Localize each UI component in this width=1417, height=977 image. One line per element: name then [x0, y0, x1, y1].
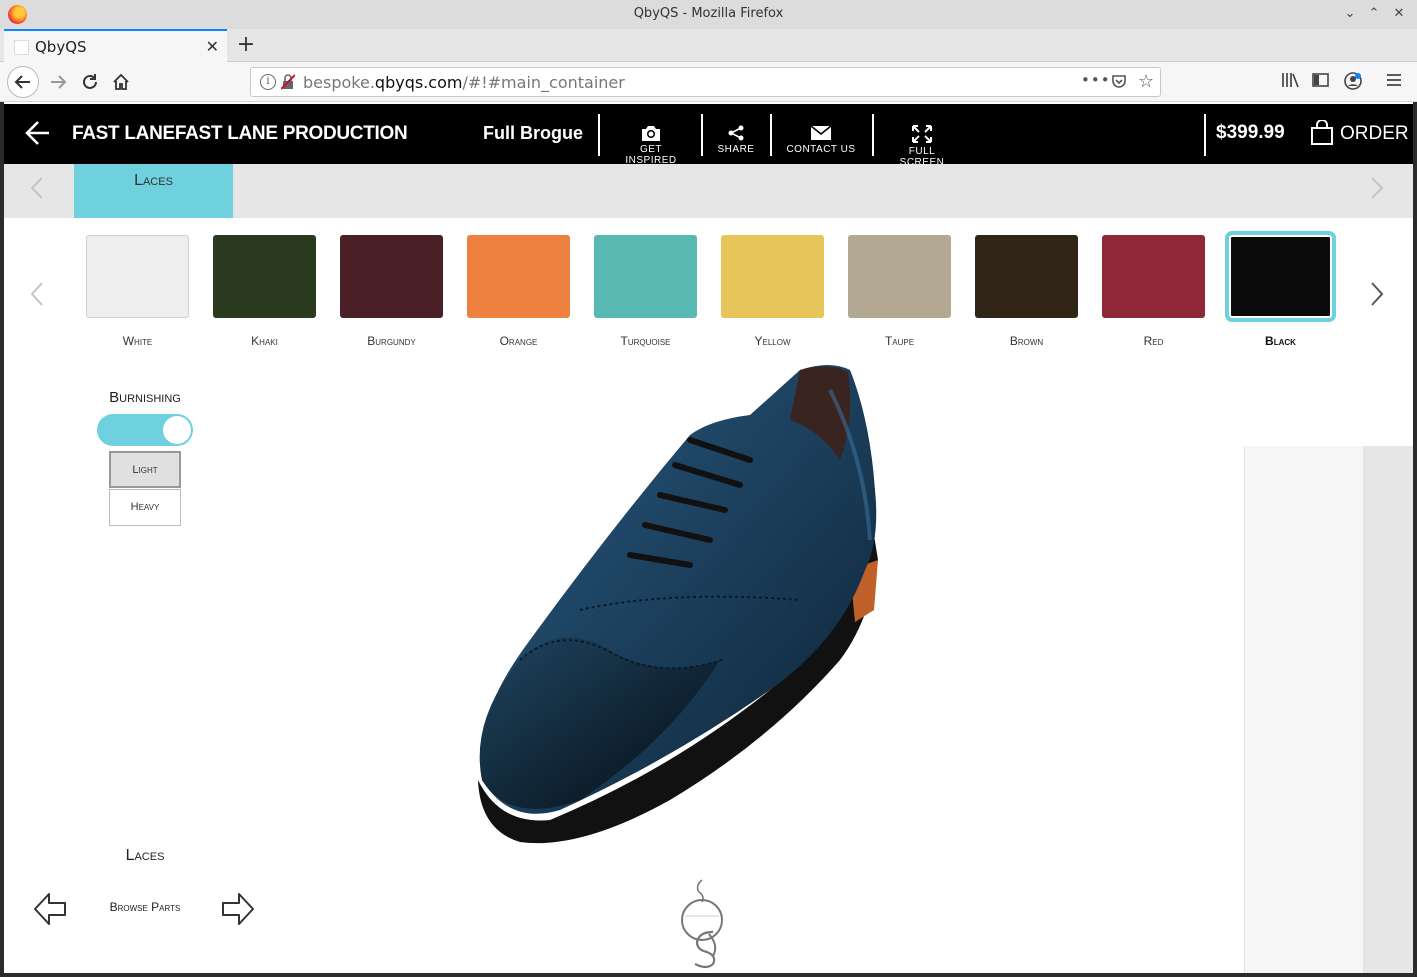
bookmark-star-icon[interactable]: ☆	[1138, 71, 1154, 92]
swatch-label: Black	[1265, 334, 1296, 348]
home-icon	[113, 73, 129, 90]
toggle-knob	[163, 416, 191, 444]
swatch-yellow[interactable]	[721, 235, 824, 318]
new-tab-icon[interactable]: +	[234, 32, 258, 57]
category-next-icon[interactable]	[1370, 176, 1384, 207]
insecure-lock-icon[interactable]	[280, 74, 296, 90]
swatch-label: Taupe	[884, 334, 915, 348]
window-border	[0, 973, 1417, 977]
url-text[interactable]: bespoke.qbyqs.com/#!#main_container	[303, 73, 625, 92]
shoe-style-name: Full Brogue	[483, 123, 583, 143]
app-back-button[interactable]	[24, 118, 52, 148]
swatch-label: Turquoise	[620, 334, 671, 348]
home-button[interactable]	[105, 66, 137, 98]
window-titlebar: QbyQS - Mozilla Firefox ⌄ ⌃ ✕	[0, 0, 1417, 29]
window-title: QbyQS - Mozilla Firefox	[633, 6, 784, 21]
library-icon[interactable]	[1281, 72, 1299, 92]
brand-name: FAST LANEFAST LANE PRODUCTION	[72, 123, 408, 144]
address-bar[interactable]: i bespoke.qbyqs.com/#!#main_container ••…	[250, 67, 1161, 97]
swatch-label: Orange	[499, 334, 538, 348]
camera-icon	[642, 126, 660, 141]
divider	[1204, 114, 1206, 156]
swatch-white[interactable]	[86, 235, 189, 318]
arrow-left-icon	[34, 893, 66, 925]
swatch-label: White	[122, 334, 153, 348]
swatch-label: Burgundy	[367, 334, 416, 348]
window-border	[0, 102, 4, 977]
swatch-black[interactable]	[1225, 231, 1336, 322]
side-panel-scroll[interactable]	[1363, 446, 1413, 973]
arrow-right-icon	[222, 893, 254, 925]
divider	[701, 114, 703, 156]
back-button[interactable]	[7, 66, 39, 98]
swatch-orange[interactable]	[467, 235, 570, 318]
swatch-prev-icon[interactable]	[30, 281, 44, 314]
get-inspired-button[interactable]: GET INSPIRED	[616, 124, 686, 166]
shopping-bag-icon	[1311, 119, 1333, 145]
back-arrow-icon	[25, 121, 49, 145]
swatch-label: Khaki	[251, 334, 278, 348]
side-panel	[1244, 446, 1363, 973]
forward-arrow-icon	[51, 75, 67, 89]
page-actions-icon[interactable]: •••	[1081, 71, 1111, 89]
close-window-icon[interactable]: ✕	[1390, 5, 1408, 23]
app-header: FAST LANEFAST LANE PRODUCTION Full Brogu…	[4, 104, 1413, 168]
swatch-label: Red	[1143, 334, 1164, 348]
burnishing-title: Burnishing	[109, 389, 181, 406]
swatch-burgundy[interactable]	[340, 235, 443, 318]
swatch-label: Yellow	[754, 334, 791, 348]
category-strip: Laces	[4, 164, 1413, 218]
qs-monogram-logo	[681, 879, 723, 969]
prev-part-button[interactable]	[32, 890, 68, 928]
maximize-icon[interactable]: ⌃	[1365, 5, 1383, 23]
browse-parts-label: Browse Parts	[109, 900, 181, 914]
burnishing-heavy-button[interactable]: Heavy	[109, 489, 181, 526]
favicon-icon	[14, 40, 29, 55]
swatch-khaki[interactable]	[213, 235, 316, 318]
category-prev-icon[interactable]	[30, 176, 44, 207]
reload-button[interactable]	[74, 66, 106, 98]
divider	[598, 114, 600, 156]
envelope-icon	[810, 125, 832, 140]
back-arrow-icon	[14, 75, 30, 89]
browser-window: QbyQS - Mozilla Firefox ⌄ ⌃ ✕ QbyQS ✕ + …	[0, 0, 1417, 977]
menu-hamburger-icon[interactable]	[1386, 72, 1402, 92]
shoe-3d-preview[interactable]	[470, 360, 890, 850]
price: $399.99	[1216, 122, 1285, 143]
swatch-brown[interactable]	[975, 235, 1078, 318]
swatch-next-icon[interactable]	[1370, 281, 1384, 314]
swatch-taupe[interactable]	[848, 235, 951, 318]
site-info-icon[interactable]: i	[260, 74, 276, 90]
browser-tab[interactable]: QbyQS ✕	[4, 29, 227, 62]
color-swatch-row: White Khaki Burgundy Orange Turquoise Yellow T…	[4, 218, 1413, 358]
current-part-label: Laces	[125, 847, 165, 864]
fullscreen-icon	[912, 125, 932, 143]
order-button[interactable]: ORDER	[1310, 119, 1409, 152]
tab-title: QbyQS	[35, 38, 87, 56]
pocket-icon[interactable]	[1111, 73, 1127, 93]
window-border	[1413, 102, 1417, 977]
next-part-button[interactable]	[220, 890, 256, 928]
divider	[872, 114, 874, 156]
burnishing-light-button[interactable]: Light	[109, 451, 181, 488]
navigation-toolbar: i bespoke.qbyqs.com/#!#main_container ••…	[0, 62, 1417, 102]
share-button[interactable]: SHARE	[714, 124, 758, 155]
close-tab-icon[interactable]: ✕	[206, 37, 219, 56]
swatch-label: Brown	[1009, 334, 1044, 348]
share-icon	[728, 125, 744, 141]
sidebar-icon[interactable]	[1312, 72, 1330, 92]
minimize-icon[interactable]: ⌄	[1341, 5, 1359, 23]
full-screen-button[interactable]: FULL SCREEN	[886, 124, 958, 168]
swatch-red[interactable]	[1102, 235, 1205, 318]
swatch-turquoise[interactable]	[594, 235, 697, 318]
contact-us-button[interactable]: CONTACT US	[784, 124, 858, 155]
burnishing-toggle[interactable]	[97, 414, 193, 446]
account-icon[interactable]	[1344, 72, 1362, 94]
divider	[770, 114, 772, 156]
reload-icon	[83, 74, 97, 89]
tab-strip: QbyQS ✕ +	[0, 29, 1417, 62]
forward-button[interactable]	[42, 66, 74, 98]
category-tab-laces[interactable]: Laces	[74, 164, 233, 218]
